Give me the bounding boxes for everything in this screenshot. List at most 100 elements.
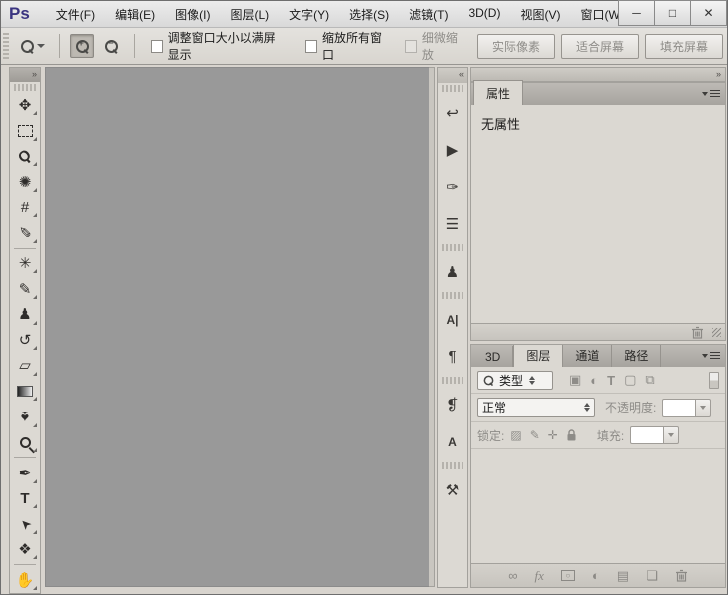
lock-position-icon[interactable]: ✛ bbox=[548, 428, 558, 442]
blend-mode-select[interactable]: 正常 bbox=[477, 398, 595, 417]
dodge-tool[interactable] bbox=[10, 430, 40, 456]
character-panel-icon[interactable]: A| bbox=[438, 301, 467, 338]
filter-pixel-layers-icon[interactable]: ▣ bbox=[569, 372, 581, 388]
tool-presets-panel-icon[interactable]: ⚒ bbox=[438, 471, 467, 508]
panel-resize-grip[interactable] bbox=[712, 328, 721, 337]
adjustment-layer-icon[interactable]: ◐ bbox=[592, 568, 600, 583]
actions-panel-icon[interactable]: ▶ bbox=[438, 131, 467, 168]
filter-smart-objects-icon[interactable]: ⧉ bbox=[645, 372, 654, 388]
new-layer-icon[interactable]: ❏ bbox=[646, 568, 658, 584]
options-bar-grip[interactable] bbox=[3, 33, 9, 59]
paragraph-styles-panel-icon[interactable]: ❡ bbox=[438, 386, 467, 423]
brush-panel-icon[interactable]: ✑ bbox=[438, 168, 467, 205]
tab-3d[interactable]: 3D bbox=[473, 346, 513, 367]
layer-style-fx-icon[interactable]: fx bbox=[535, 568, 544, 584]
panel-strip-grip[interactable] bbox=[442, 462, 463, 469]
fit-screen-button[interactable]: 适合屏幕 bbox=[561, 34, 639, 59]
lasso-tool[interactable]: Ϙ bbox=[10, 144, 40, 170]
zoom-tool-preset-button[interactable] bbox=[17, 38, 49, 55]
lock-all-icon[interactable] bbox=[566, 429, 577, 442]
character-styles-panel-icon[interactable]: A bbox=[438, 423, 467, 460]
layers-list[interactable] bbox=[471, 449, 725, 563]
menu-view[interactable]: 视图(V) bbox=[510, 2, 570, 27]
filter-on-off-toggle[interactable] bbox=[709, 372, 719, 389]
collapsed-panel-strip: « ↩ ▶ ✑ ☰ ♟ A| ¶ ❡ A ⚒ bbox=[437, 67, 468, 588]
menu-window[interactable]: 窗口(W) bbox=[570, 2, 619, 27]
panel-menu-icon[interactable] bbox=[702, 350, 720, 362]
panel-strip-grip[interactable] bbox=[442, 244, 463, 251]
minimize-button[interactable]: ─ bbox=[618, 0, 655, 26]
tab-properties[interactable]: 属性 bbox=[473, 80, 523, 105]
menu-filter[interactable]: 滤镜(T) bbox=[399, 2, 458, 27]
opacity-input[interactable] bbox=[662, 399, 696, 417]
menu-file[interactable]: 文件(F) bbox=[46, 2, 105, 27]
custom-shape-tool[interactable]: ❖ bbox=[10, 537, 40, 563]
brush-settings-panel-icon[interactable]: ☰ bbox=[438, 205, 467, 242]
panel-menu-icon[interactable] bbox=[702, 88, 720, 100]
layer-filter-type-select[interactable]: 类型 bbox=[477, 371, 553, 390]
gradient-tool[interactable] bbox=[10, 379, 40, 405]
panel-strip-grip[interactable] bbox=[442, 292, 463, 299]
fill-dropdown-button[interactable] bbox=[664, 426, 679, 444]
delete-layer-trash-icon[interactable] bbox=[675, 569, 688, 582]
trash-icon[interactable] bbox=[691, 326, 704, 339]
filter-shape-layers-icon[interactable]: ▢ bbox=[624, 372, 636, 388]
menu-type[interactable]: 文字(Y) bbox=[279, 2, 339, 27]
menu-select[interactable]: 选择(S) bbox=[339, 2, 399, 27]
brush-tool[interactable]: ✎ bbox=[10, 276, 40, 302]
maximize-button[interactable]: □ bbox=[654, 0, 691, 26]
lock-transparent-pixels-icon[interactable]: ▨ bbox=[510, 428, 521, 442]
history-panel-icon[interactable]: ↩ bbox=[438, 94, 467, 131]
panel-strip-grip[interactable] bbox=[442, 85, 463, 92]
canvas[interactable] bbox=[45, 67, 429, 587]
actual-pixels-button[interactable]: 实际像素 bbox=[477, 34, 555, 59]
type-tool[interactable]: T bbox=[10, 486, 40, 512]
eyedropper-tool[interactable]: ✐ bbox=[10, 220, 40, 246]
menu-edit[interactable]: 编辑(E) bbox=[105, 2, 165, 27]
add-layer-mask-icon[interactable]: ○ bbox=[561, 570, 575, 581]
eraser-tool[interactable]: ▱ bbox=[10, 353, 40, 379]
rectangular-marquee-tool[interactable] bbox=[10, 118, 40, 144]
zoom-out-button[interactable]: − bbox=[100, 34, 124, 58]
canvas-scrollbar-track[interactable] bbox=[429, 67, 435, 587]
lock-image-pixels-icon[interactable]: ✎ bbox=[530, 428, 540, 442]
menu-layer[interactable]: 图层(L) bbox=[220, 2, 279, 27]
magic-wand-tool[interactable]: ✺ bbox=[10, 169, 40, 195]
zoom-tool-icon bbox=[21, 40, 34, 53]
fill-input[interactable] bbox=[630, 426, 664, 444]
menu-image[interactable]: 图像(I) bbox=[165, 2, 220, 27]
crop-tool[interactable]: # bbox=[10, 195, 40, 221]
tab-channels[interactable]: 通道 bbox=[563, 344, 612, 367]
fill-screen-button[interactable]: 填充屏幕 bbox=[645, 34, 723, 59]
hand-tool[interactable]: ✋ bbox=[10, 567, 40, 593]
panel-strip-grip[interactable] bbox=[442, 377, 463, 384]
filter-type-layers-icon[interactable]: T bbox=[607, 373, 615, 388]
clone-stamp-tool[interactable]: ♟ bbox=[10, 302, 40, 328]
tab-paths[interactable]: 路径 bbox=[612, 344, 661, 367]
link-layers-icon[interactable]: ∞ bbox=[508, 568, 517, 583]
zoom-in-button[interactable]: + bbox=[70, 34, 94, 58]
spinner-arrows-icon bbox=[529, 376, 535, 385]
paragraph-panel-icon[interactable]: ¶ bbox=[438, 338, 467, 375]
new-group-icon[interactable]: ▤ bbox=[617, 568, 629, 584]
move-tool[interactable]: ✥ bbox=[10, 93, 40, 119]
tab-layers[interactable]: 图层 bbox=[513, 344, 563, 367]
filter-adjustment-layers-icon[interactable]: ◐ bbox=[590, 373, 598, 388]
path-selection-tool[interactable]: ➤ bbox=[10, 511, 40, 537]
gradient-icon bbox=[17, 386, 33, 397]
pen-tool[interactable]: ✒ bbox=[10, 460, 40, 486]
history-brush-tool[interactable]: ↺ bbox=[10, 328, 40, 354]
blur-tool[interactable]: ♠ bbox=[10, 404, 40, 430]
resize-windows-checkbox[interactable] bbox=[151, 40, 163, 53]
layers-tabbar: 3D 图层 通道 路径 bbox=[471, 345, 725, 367]
panel-strip-expand-button[interactable]: « bbox=[438, 68, 467, 83]
opacity-dropdown-button[interactable] bbox=[696, 399, 711, 417]
layers-footer: ∞ fx ○ ◐ ▤ ❏ bbox=[471, 563, 725, 587]
close-button[interactable]: ✕ bbox=[690, 0, 727, 26]
zoom-all-windows-checkbox[interactable] bbox=[305, 40, 317, 53]
spot-healing-brush-tool[interactable]: ✳ bbox=[10, 251, 40, 277]
menu-3d[interactable]: 3D(D) bbox=[458, 2, 510, 27]
toolbar-collapse-button[interactable]: » bbox=[10, 68, 40, 82]
clone-source-panel-icon[interactable]: ♟ bbox=[438, 253, 467, 290]
toolbar-grip[interactable] bbox=[14, 84, 36, 91]
